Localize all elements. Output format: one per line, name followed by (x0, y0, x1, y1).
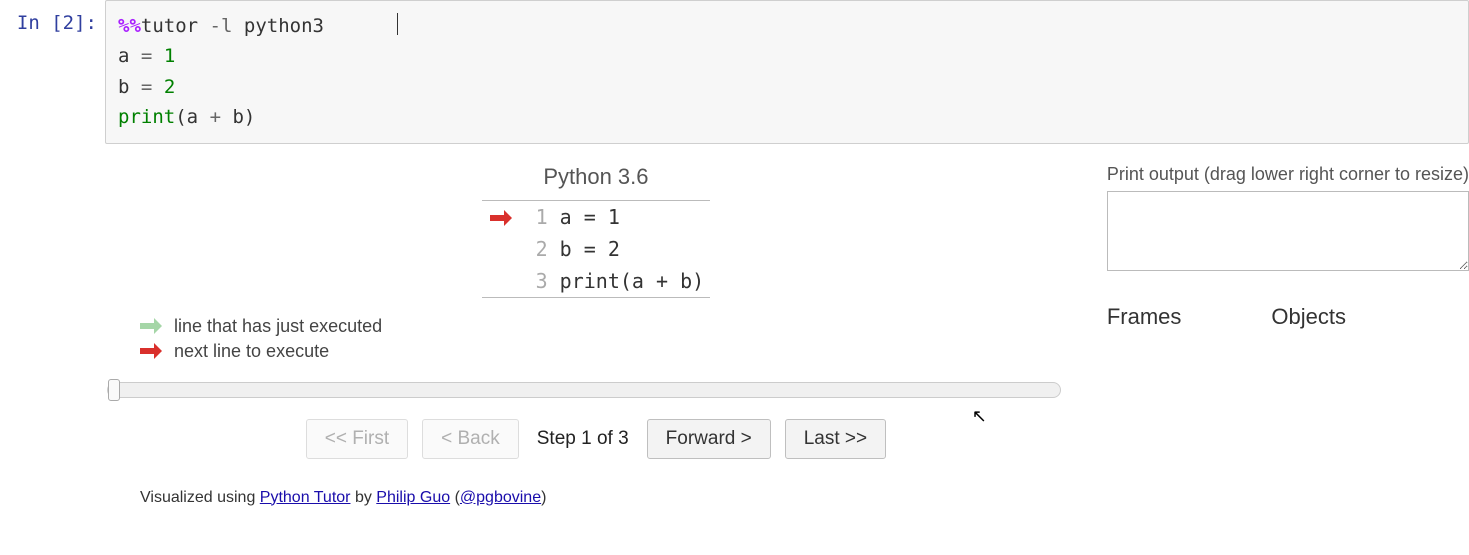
code-text: b = 2 (554, 233, 711, 265)
legend-next: next line to execute (140, 341, 1087, 362)
author-handle-link[interactable]: @pgbovine (460, 489, 541, 506)
arg-b: b (232, 106, 243, 128)
back-button[interactable]: < Back (422, 419, 519, 459)
num-2: 2 (164, 76, 175, 98)
code-cell: In [2]: %%tutor -l python3 a = 1 b = 2 p… (0, 0, 1469, 144)
credit-prefix: Visualized using (140, 489, 260, 506)
legend: line that has just executed next line to… (140, 316, 1087, 362)
code-listing: 1 a = 1 2 b = 2 3 print(a + b) (482, 200, 711, 298)
last-button[interactable]: Last >> (785, 419, 886, 459)
num-1: 1 (164, 45, 175, 67)
visualizer-panel: Python 3.6 1 a = 1 2 b = 2 3 (105, 164, 1087, 507)
objects-heading: Objects (1271, 304, 1346, 330)
code-line-1: 1 a = 1 (482, 200, 711, 233)
forward-button[interactable]: Forward > (647, 419, 771, 459)
plus-op: + (210, 106, 221, 128)
step-slider[interactable] (107, 382, 1061, 398)
paren-close: ) (244, 106, 255, 128)
arrow-next-icon (490, 212, 516, 224)
lineno: 2 (522, 233, 554, 265)
print-func: print (118, 106, 175, 128)
lineno: 3 (522, 265, 554, 298)
magic-flag: -l (210, 15, 233, 37)
magic-percent: %% (118, 15, 141, 37)
legend-executed-label: line that has just executed (174, 316, 382, 337)
code-input-area[interactable]: %%tutor -l python3 a = 1 b = 2 print(a +… (105, 0, 1469, 144)
arrow-executed-icon (140, 320, 166, 332)
author-link[interactable]: Philip Guo (376, 489, 450, 506)
arg-a: a (187, 106, 198, 128)
step-controls: << First < Back Step 1 of 3 Forward > La… (105, 419, 1087, 459)
magic-name: tutor (141, 15, 198, 37)
python-tutor-link[interactable]: Python Tutor (260, 489, 351, 506)
print-output-label: Print output (drag lower right corner to… (1107, 164, 1469, 185)
credit-by: by (351, 489, 377, 506)
credit-line: Visualized using Python Tutor by Philip … (140, 489, 1087, 507)
step-label: Step 1 of 3 (533, 428, 633, 450)
cell-prompt: In [2]: (0, 0, 105, 34)
code-var-a: a (118, 45, 129, 67)
right-panel: Print output (drag lower right corner to… (1087, 164, 1469, 330)
arrow-next-icon (140, 345, 166, 357)
paren-open: ( (175, 106, 186, 128)
legend-executed: line that has just executed (140, 316, 1087, 337)
legend-next-label: next line to execute (174, 341, 329, 362)
first-button[interactable]: << First (306, 419, 408, 459)
lineno: 1 (522, 200, 554, 233)
print-output-box[interactable] (1107, 191, 1469, 271)
code-line-2: 2 b = 2 (482, 233, 711, 265)
assign-op: = (141, 76, 152, 98)
output-area: Python 3.6 1 a = 1 2 b = 2 3 (0, 164, 1469, 507)
language-title: Python 3.6 (105, 164, 1087, 190)
code-text: a = 1 (554, 200, 711, 233)
credit-close: ) (541, 489, 546, 506)
code-var-b: b (118, 76, 129, 98)
code-line-3: 3 print(a + b) (482, 265, 711, 298)
assign-op: = (141, 45, 152, 67)
text-cursor (397, 13, 398, 35)
step-slider-container: ↖ (105, 380, 1057, 401)
code-text: print(a + b) (554, 265, 711, 298)
magic-flag-arg: python3 (244, 15, 324, 37)
credit-open: ( (450, 489, 460, 506)
frames-heading: Frames (1107, 304, 1182, 330)
